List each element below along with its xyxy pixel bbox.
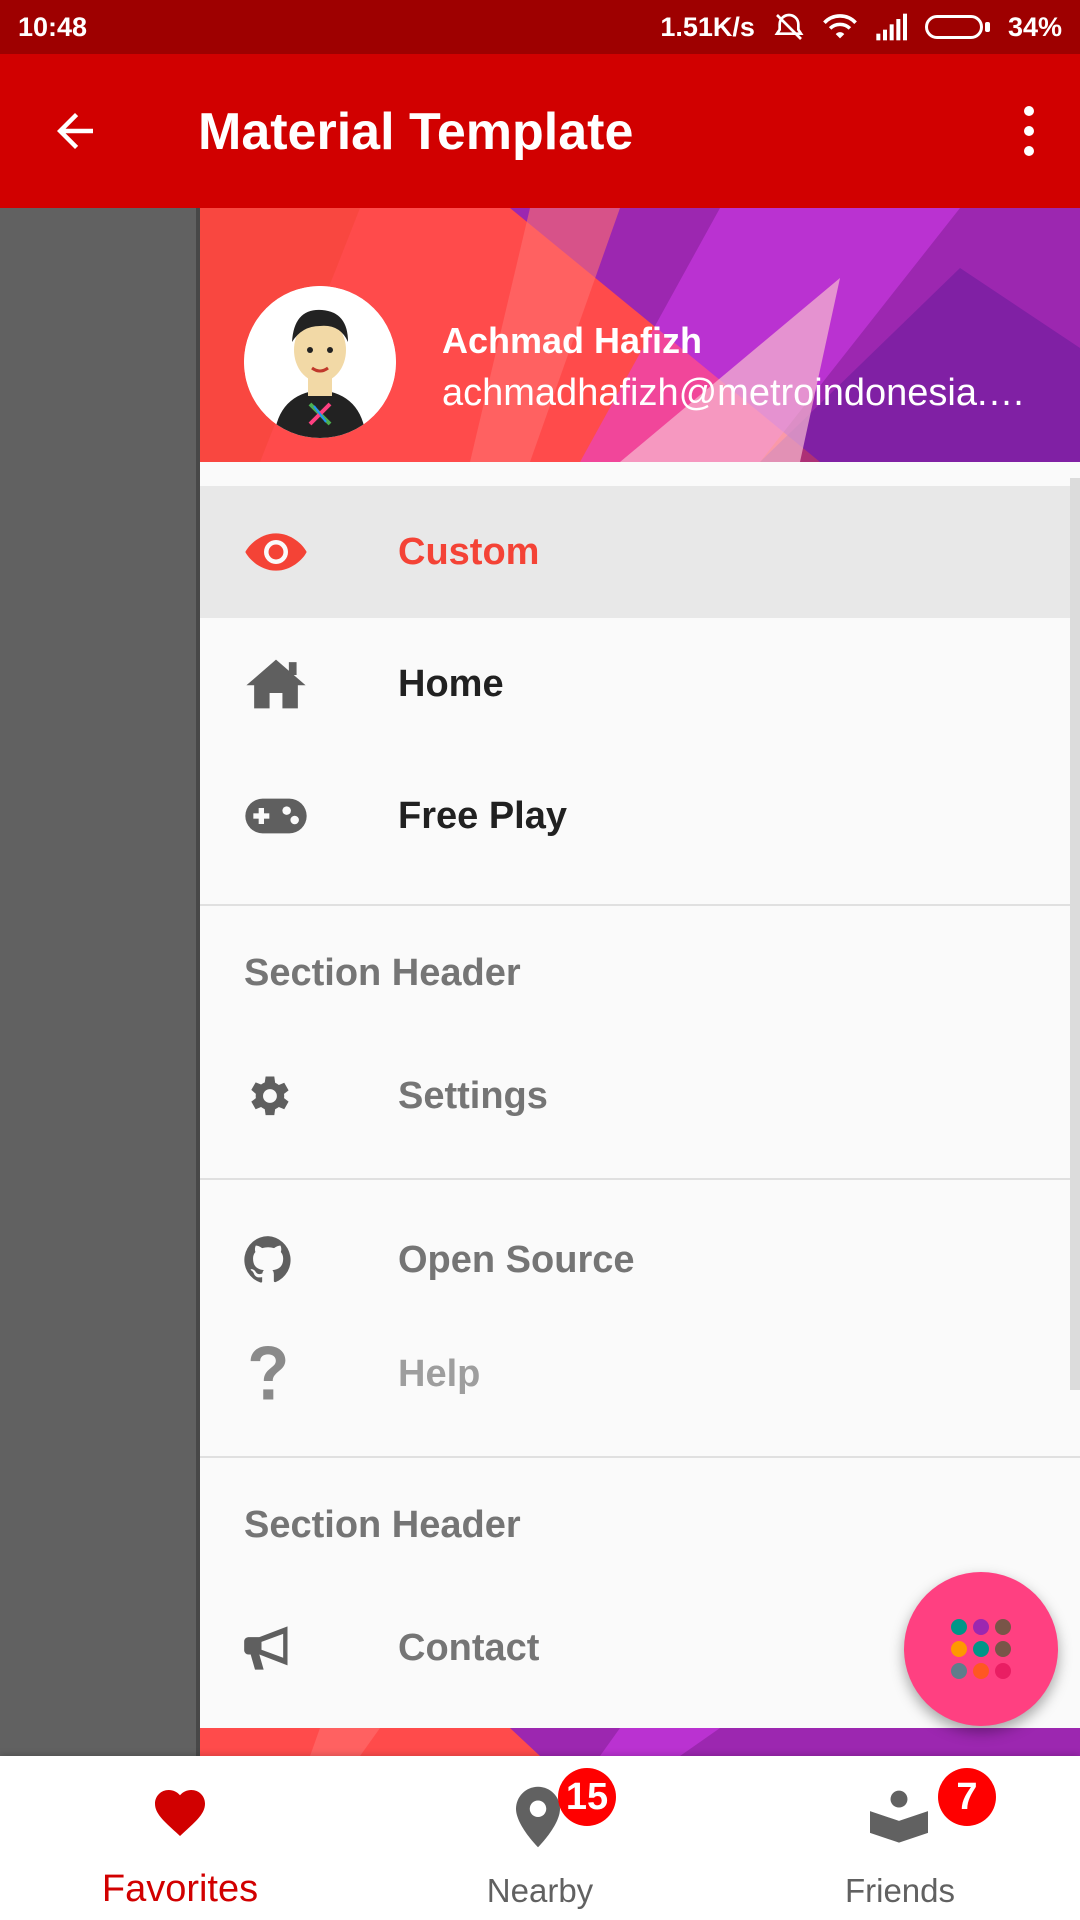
github-icon [236,1228,300,1292]
drawer-item-label: Home [398,662,504,705]
drawer-item-settings[interactable]: Settings [200,1030,1080,1162]
megaphone-icon [236,1616,300,1680]
bottom-nav-favorites[interactable]: Favorites [0,1756,360,1920]
friends-badge: 7 [938,1768,996,1826]
drawer-item-open-source[interactable]: Open Source [200,1194,1080,1326]
battery-icon [924,15,990,39]
drawer-item-label: Contact [398,1626,540,1669]
app-bar: Material Template [0,54,1080,208]
signal-icon [876,13,907,41]
map-pin-icon [516,1786,560,1848]
apps-fab-button[interactable] [904,1572,1058,1726]
drawer-item-custom[interactable]: Custom [200,486,1080,618]
gamepad-icon [244,784,308,848]
bottom-nav-label: Nearby [486,1872,594,1909]
battery-percent: 34% [1007,11,1062,42]
divider [200,1178,1080,1180]
more-vert-icon[interactable] [1014,106,1044,156]
home-icon [244,652,308,716]
bottom-nav-label: Friends [844,1872,956,1909]
drawer-item-label: Open Source [398,1238,635,1281]
drawer-item-label: Free Play [398,794,567,837]
alarm-off-icon [774,13,804,40]
drawer-item-help[interactable]: Help [200,1308,1080,1440]
bottom-navigation: Favorites 15 Nearby 7 Friends [0,1756,1080,1920]
bottom-nav-friends[interactable]: 7 Friends [720,1756,1080,1920]
drawer-footer-pattern [200,1728,1080,1756]
status-time: 10:48 [18,11,88,42]
drawer-header: Achmad Hafizh achmadhafizh@metroindonesi… [200,208,1080,462]
status-bar: 10:48 1.51K/s 34% [0,0,1080,54]
drawer-item-label: Settings [398,1074,548,1117]
status-icons: 1.51K/s 34% [660,11,1062,43]
avatar[interactable] [244,286,396,438]
drawer-item-label: Custom [398,530,540,573]
eye-icon [244,520,308,584]
drawer-item-free-play[interactable]: Free Play [200,750,1080,882]
arrow-left-icon[interactable] [48,104,102,158]
reader-icon [870,1790,928,1843]
network-speed: 1.51K/s [660,11,755,42]
section-header: Section Header [244,952,521,994]
question-icon [236,1342,300,1406]
user-name: Achmad Hafizh [442,320,703,361]
bottom-nav-label: Favorites [101,1868,259,1910]
heart-icon [155,1790,205,1836]
avatar-illustration [244,286,396,438]
nearby-badge: 15 [558,1768,616,1826]
gear-icon [236,1064,300,1128]
wifi-icon [823,14,857,39]
drawer-scrollbar[interactable] [1070,478,1080,1390]
app-title: Material Template [198,103,634,161]
divider [200,904,1080,906]
bottom-nav-nearby[interactable]: 15 Nearby [360,1756,720,1920]
user-email: achmadhafizh@metroindonesia.… [442,372,1026,414]
navigation-drawer: Achmad Hafizh achmadhafizh@metroindonesi… [200,208,1080,1756]
drawer-item-label: Help [398,1352,481,1395]
divider [200,1456,1080,1458]
section-header: Section Header [244,1504,521,1546]
drawer-item-home[interactable]: Home [200,618,1080,750]
